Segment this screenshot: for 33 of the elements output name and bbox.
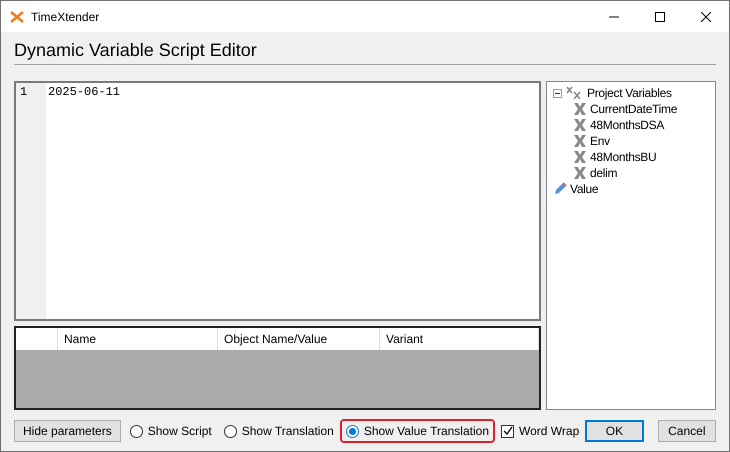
- variable-icon: [573, 102, 587, 116]
- variable-icon: [573, 166, 587, 180]
- tree-item[interactable]: 48MonthsDSA: [590, 118, 664, 132]
- mode-radio[interactable]: Show Value Translation: [340, 419, 495, 443]
- dialog-heading: Dynamic Variable Script Editor: [14, 40, 716, 65]
- cancel-button[interactable]: Cancel: [658, 420, 716, 442]
- line-number: 1: [20, 85, 28, 99]
- checkmark-icon: [502, 426, 512, 436]
- maximize-icon: [655, 12, 665, 22]
- close-icon: [701, 12, 711, 22]
- column-header[interactable]: Object Name/Value: [218, 328, 380, 350]
- variable-icon: [573, 134, 587, 148]
- column-header[interactable]: Name: [58, 328, 218, 350]
- variable-icon: [573, 150, 587, 164]
- ok-button[interactable]: OK: [585, 420, 644, 442]
- mode-radio[interactable]: Show Script: [124, 419, 218, 443]
- tree-item[interactable]: CurrentDateTime: [590, 102, 678, 116]
- column-header[interactable]: Variant: [380, 328, 539, 350]
- mode-radio[interactable]: Show Translation: [218, 419, 340, 443]
- app-logo-icon: [10, 10, 24, 22]
- tree-item[interactable]: 48MonthsBU: [590, 150, 656, 164]
- pencil-icon: [553, 182, 567, 196]
- tree-item[interactable]: Value: [570, 182, 598, 196]
- hide-parameters-button[interactable]: Hide parameters: [14, 420, 121, 442]
- word-wrap-checkbox[interactable]: Word Wrap: [495, 419, 586, 443]
- collapse-icon[interactable]: [553, 88, 562, 98]
- tree-item[interactable]: Env: [590, 134, 610, 148]
- variable-icon: [573, 118, 587, 132]
- window-title: TimeXtender: [31, 10, 100, 24]
- code-line: 2025-06-11: [48, 85, 122, 99]
- script-editor[interactable]: 1 2025-06-11: [14, 81, 541, 321]
- tree-item[interactable]: delim: [590, 166, 618, 180]
- tree-item[interactable]: Project Variables: [587, 86, 672, 100]
